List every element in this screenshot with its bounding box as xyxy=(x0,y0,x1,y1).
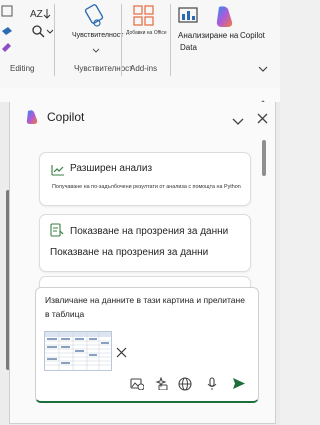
microphone-icon[interactable] xyxy=(207,377,217,396)
copilot-title: Copilot xyxy=(47,110,85,124)
formula-strip xyxy=(0,88,280,105)
prompt-guide-icon[interactable] xyxy=(154,376,168,395)
analyze-data-icon[interactable] xyxy=(178,6,200,31)
sensitivity-label[interactable]: Чувствителност xyxy=(72,32,123,39)
remove-attachment-close-icon[interactable] xyxy=(116,345,127,363)
prompt-text-line1[interactable]: Извличане на данните в тази картина и пр… xyxy=(45,295,245,305)
suggestion-card-insights[interactable] xyxy=(39,214,251,272)
editing-group-label: Editing xyxy=(10,64,35,73)
copilot-ribbon-label[interactable]: Copilot xyxy=(240,31,265,40)
attached-image-thumbnail[interactable] xyxy=(44,331,112,371)
sort-filter-icon[interactable]: AZ xyxy=(30,6,52,25)
document-insights-icon xyxy=(50,223,64,242)
addins-group-label: Add-ins xyxy=(130,64,158,73)
prompt-text-line2[interactable]: в таблица xyxy=(45,309,84,319)
pane-scrollbar[interactable] xyxy=(262,140,266,176)
close-icon[interactable] xyxy=(257,111,268,129)
svg-text:AZ: AZ xyxy=(30,9,43,20)
sensitivity-icon[interactable] xyxy=(82,4,106,35)
card-title: Разширен анализ xyxy=(70,163,153,174)
clear-icon[interactable] xyxy=(0,40,12,58)
addins-icon[interactable] xyxy=(133,5,155,32)
collapse-ribbon-icon[interactable] xyxy=(258,60,268,78)
copilot-logo-icon xyxy=(24,109,40,130)
card-subtitle: Показване на прозрения за данни xyxy=(50,247,209,258)
addins-small-label[interactable]: Добавки на Office xyxy=(126,30,167,36)
pane-more-icon[interactable] xyxy=(259,92,267,105)
chevron-down-icon[interactable] xyxy=(92,41,100,59)
chevron-down-icon[interactable] xyxy=(232,113,244,131)
group-divider xyxy=(121,4,122,76)
copilot-ribbon-icon[interactable] xyxy=(212,4,238,35)
card-subtitle: Получаване на по-задълбочени резултати о… xyxy=(52,184,241,190)
find-select-icon[interactable] xyxy=(31,24,54,43)
analyze-data-label-line2: Data xyxy=(180,43,197,52)
sensitivity-group-label: Чувствителност xyxy=(74,64,133,73)
card-title: Показване на прозрения за данни xyxy=(70,226,229,237)
paste-icon[interactable] xyxy=(0,4,14,18)
group-divider xyxy=(170,4,171,76)
suggestion-card-advanced-analysis[interactable] xyxy=(39,152,251,206)
send-icon[interactable] xyxy=(232,377,246,395)
image-insert-icon[interactable] xyxy=(130,377,145,395)
group-divider xyxy=(54,4,55,76)
chart-trend-icon xyxy=(51,163,65,181)
ribbon: AZ Editing Чувствителност Чувствителност… xyxy=(0,0,280,89)
web-globe-icon[interactable] xyxy=(178,377,192,396)
